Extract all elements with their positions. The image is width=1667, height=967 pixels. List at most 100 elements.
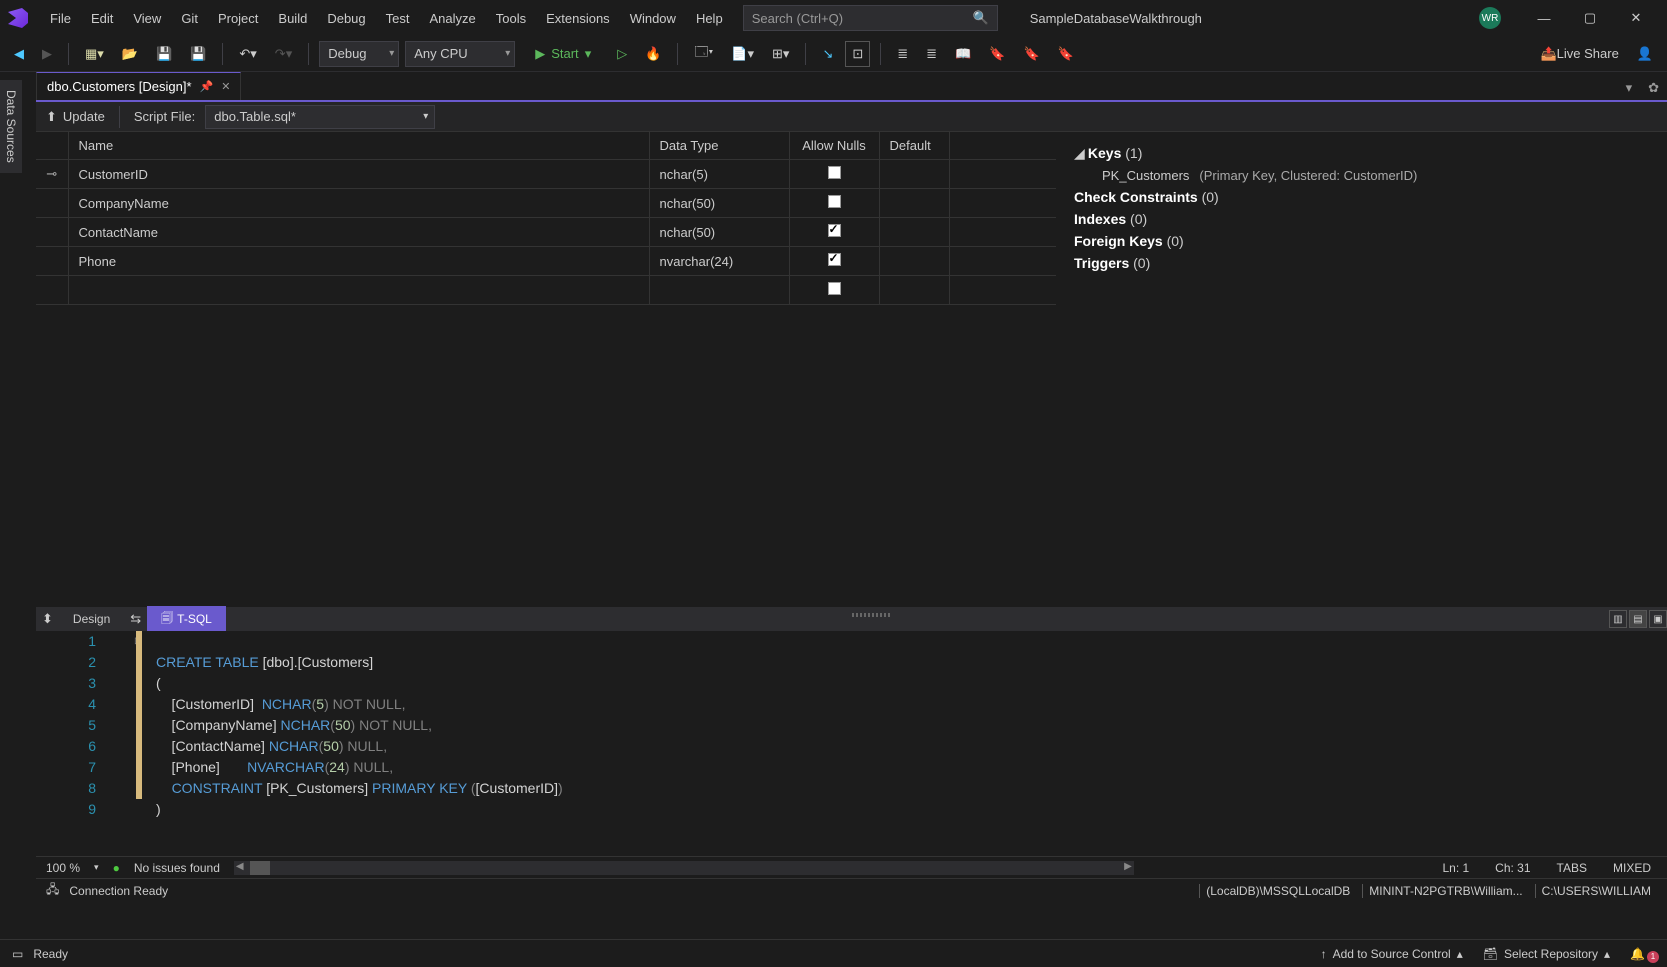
menu-debug[interactable]: Debug — [317, 5, 375, 32]
new-project-button[interactable]: ▦▾ — [79, 41, 110, 67]
tab-options-button[interactable]: ✿ — [1640, 76, 1667, 100]
menu-git[interactable]: Git — [171, 5, 208, 32]
col-header-datatype[interactable]: Data Type — [649, 132, 789, 160]
update-button[interactable]: ⬆Update — [46, 109, 105, 125]
avatar[interactable]: WR — [1479, 7, 1501, 29]
menu-view[interactable]: View — [123, 5, 171, 32]
script-file-dropdown[interactable]: dbo.Table.sql* — [205, 105, 435, 129]
tab-overflow-button[interactable]: ▾ — [1618, 76, 1641, 100]
col-header-default[interactable]: Default — [879, 132, 949, 160]
save-button[interactable]: 💾 — [150, 41, 178, 67]
cell-default[interactable] — [879, 189, 949, 218]
line-indicator[interactable]: Ln: 1 — [1436, 861, 1475, 875]
pin-icon[interactable]: 📌 — [200, 80, 214, 93]
menu-window[interactable]: Window — [620, 5, 686, 32]
cell-nulls[interactable] — [789, 218, 879, 247]
menu-analyze[interactable]: Analyze — [419, 5, 485, 32]
tab-tsql[interactable]: 🗐 T-SQL — [147, 606, 226, 633]
checkbox[interactable] — [828, 253, 841, 266]
nav-back-button[interactable]: ◀ — [8, 41, 30, 67]
select-repo-button[interactable]: 🗃 Select Repository ▴ — [1473, 947, 1620, 961]
comment-button[interactable]: 📖 — [949, 41, 977, 67]
swap-icon[interactable]: ⇆ — [124, 608, 147, 630]
foreign-keys-header[interactable]: Foreign Keys — [1074, 233, 1163, 249]
nav-forward-button[interactable]: ▶ — [36, 41, 58, 67]
cell-type[interactable]: nchar(50) — [649, 189, 789, 218]
config-dropdown[interactable]: Debug — [319, 41, 399, 67]
row-handle[interactable] — [36, 218, 68, 247]
menu-file[interactable]: File — [40, 5, 81, 32]
layout-button[interactable]: ⊞▾ — [766, 41, 795, 67]
step-over-button[interactable]: ⊡ — [845, 41, 870, 67]
menu-test[interactable]: Test — [376, 5, 420, 32]
bookmark-prev-button[interactable]: 🔖 — [1017, 41, 1045, 67]
code-editor[interactable]: 123456789 ⊟ CREATE TABLE [dbo].[Customer… — [36, 631, 1667, 856]
menu-help[interactable]: Help — [686, 5, 733, 32]
col-header-name[interactable]: Name — [68, 132, 649, 160]
menu-tools[interactable]: Tools — [486, 5, 536, 32]
cell-name[interactable]: Phone — [68, 247, 649, 276]
row-handle[interactable]: ⊸ — [36, 160, 68, 189]
cell-type[interactable]: nchar(50) — [649, 218, 789, 247]
cell-nulls[interactable] — [789, 189, 879, 218]
undo-button[interactable]: ↶▾ — [233, 41, 262, 67]
data-sources-tab[interactable]: Data Sources — [0, 80, 22, 173]
live-share-button[interactable]: 📤 Live Share — [1534, 41, 1624, 67]
h-scrollbar[interactable]: ◀▶ — [234, 861, 1134, 875]
split-pane-icon[interactable]: ▣ — [1649, 610, 1667, 628]
cell-name[interactable]: ContactName — [68, 218, 649, 247]
key-item[interactable]: PK_Customers(Primary Key, Clustered: Cus… — [1074, 165, 1649, 186]
check-constraints-header[interactable]: Check Constraints — [1074, 189, 1198, 205]
split-horizontal-icon[interactable]: ▥ — [1609, 610, 1627, 628]
checkbox[interactable] — [828, 282, 841, 295]
table-row[interactable]: ⊸ CustomerID nchar(5) — [36, 160, 1056, 189]
expand-up-icon[interactable]: ⬍ — [36, 608, 59, 630]
feedback-button[interactable]: 👤 — [1631, 41, 1659, 67]
cell-nulls[interactable] — [789, 160, 879, 189]
issues-text[interactable]: No issues found — [134, 861, 220, 875]
bookmark-button[interactable]: 🔖 — [983, 41, 1011, 67]
checkbox[interactable] — [828, 224, 841, 237]
splitter-grip[interactable] — [852, 613, 892, 617]
start-button[interactable]: ▶ Start ▾ — [521, 41, 605, 67]
source-control-button[interactable]: ↑ Add to Source Control ▴ — [1311, 947, 1473, 961]
hot-reload-button[interactable]: 🔥 — [639, 41, 667, 67]
cell-default[interactable] — [879, 218, 949, 247]
cell-default[interactable] — [879, 160, 949, 189]
table-row[interactable]: Phone nvarchar(24) — [36, 247, 1056, 276]
search-input[interactable]: Search (Ctrl+Q) 🔍 — [743, 5, 998, 31]
close-button[interactable]: ✕ — [1613, 3, 1659, 33]
code-content[interactable]: CREATE TABLE [dbo].[Customers] ( [Custom… — [156, 631, 1667, 820]
output-icon[interactable]: ▭ — [12, 947, 23, 961]
maximize-button[interactable]: ▢ — [1567, 3, 1613, 33]
table-row-new[interactable] — [36, 276, 1056, 305]
cell-type[interactable]: nchar(5) — [649, 160, 789, 189]
char-indicator[interactable]: Ch: 31 — [1489, 861, 1536, 875]
cell-name[interactable]: CompanyName — [68, 189, 649, 218]
triggers-header[interactable]: Triggers — [1074, 255, 1129, 271]
close-tab-icon[interactable]: ✕ — [221, 80, 230, 93]
keys-header[interactable]: Keys — [1088, 145, 1121, 161]
document-tab[interactable]: dbo.Customers [Design]* 📌 ✕ — [36, 72, 241, 100]
save-all-button[interactable]: 💾 — [184, 41, 212, 67]
indexes-header[interactable]: Indexes — [1074, 211, 1126, 227]
tabs-indicator[interactable]: TABS — [1551, 861, 1593, 875]
cell-name[interactable]: CustomerID — [68, 160, 649, 189]
cell-nulls[interactable] — [789, 247, 879, 276]
minimize-button[interactable]: — — [1521, 3, 1567, 33]
menu-build[interactable]: Build — [268, 5, 317, 32]
row-handle[interactable] — [36, 247, 68, 276]
lineend-indicator[interactable]: MIXED — [1607, 861, 1657, 875]
bookmark-next-button[interactable]: 🔖 — [1052, 41, 1080, 67]
menu-edit[interactable]: Edit — [81, 5, 123, 32]
start-noDebug-button[interactable]: ▷ — [611, 41, 633, 67]
open-file-button[interactable]: 📂 — [116, 41, 144, 67]
file-button[interactable]: 📄▾ — [725, 41, 760, 67]
menu-extensions[interactable]: Extensions — [536, 5, 620, 32]
zoom-chevron-icon[interactable]: ▾ — [94, 862, 99, 873]
checkbox[interactable] — [828, 195, 841, 208]
step-into-button[interactable]: ↘ — [816, 41, 839, 67]
notifications-button[interactable]: 🔔1 — [1620, 947, 1655, 961]
checkbox[interactable] — [828, 166, 841, 179]
table-row[interactable]: ContactName nchar(50) — [36, 218, 1056, 247]
